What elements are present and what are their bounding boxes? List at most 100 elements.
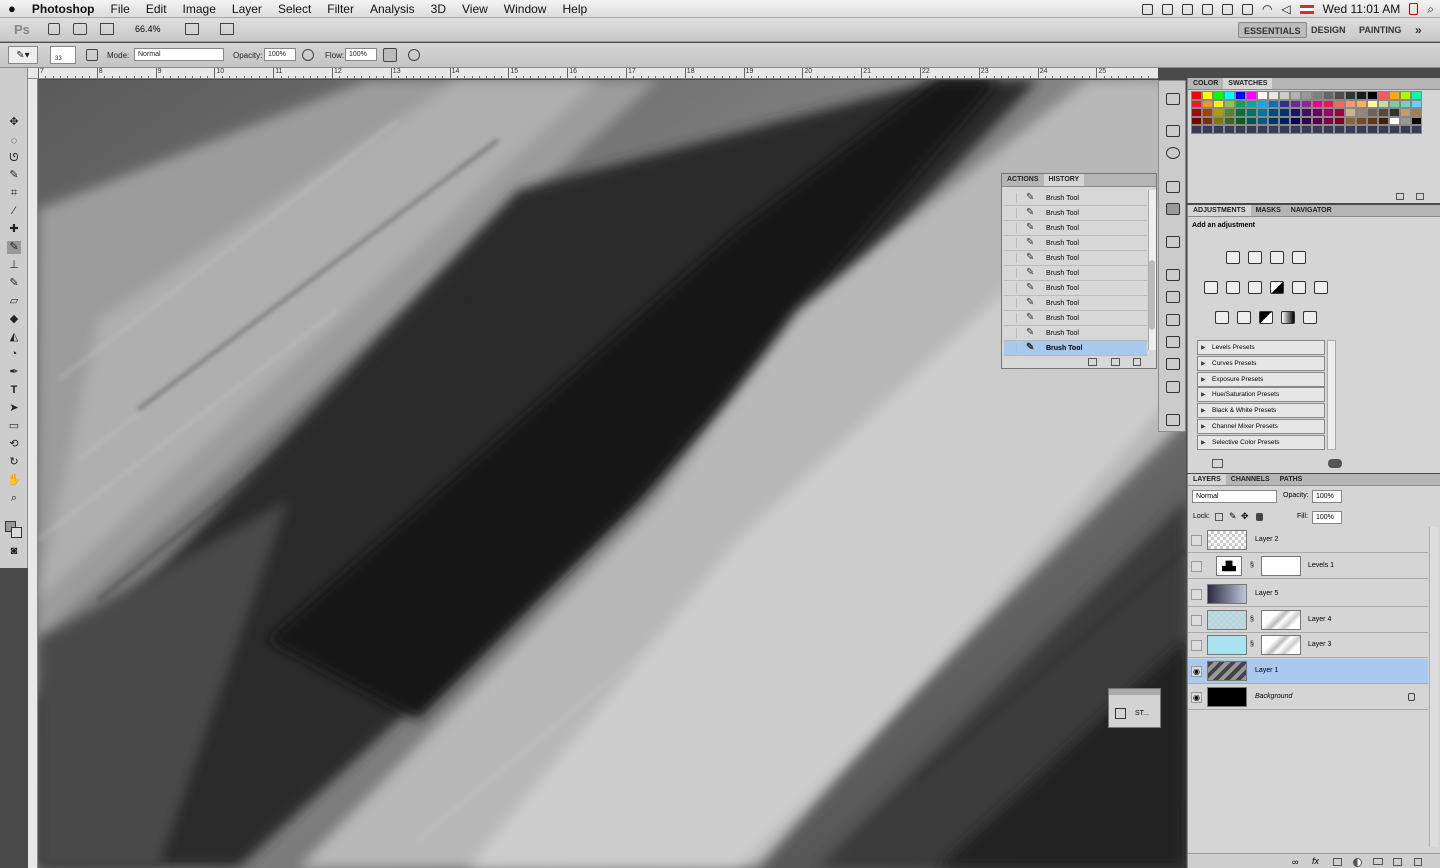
adjustment-preset-item[interactable]: Hue/Saturation Presets: [1197, 387, 1325, 403]
color-swatch[interactable]: [1323, 99, 1334, 108]
delete-swatch-icon[interactable]: [1416, 193, 1424, 200]
history-scroll-thumb[interactable]: [1149, 260, 1155, 330]
adjustment-preset-item[interactable]: Exposure Presets: [1197, 371, 1325, 387]
color-swatch[interactable]: [1246, 125, 1257, 134]
posterize-icon[interactable]: [1237, 311, 1251, 324]
layer-visibility-eye-icon[interactable]: [1191, 640, 1202, 651]
clone-stamp-tool-icon[interactable]: ⊥: [7, 259, 21, 272]
new-adjustment-layer-icon[interactable]: [1353, 858, 1362, 867]
color-swatch[interactable]: [1224, 91, 1235, 100]
flow-field[interactable]: 100%: [345, 48, 377, 61]
color-swatch[interactable]: [1334, 108, 1345, 117]
screen-capture-icon[interactable]: [1141, 3, 1153, 15]
exposure-icon[interactable]: [1292, 251, 1306, 264]
color-swatch[interactable]: [1290, 108, 1301, 117]
menu-edit[interactable]: Edit: [138, 0, 175, 18]
color-swatch[interactable]: [1411, 108, 1422, 117]
selective-color-icon[interactable]: [1303, 311, 1317, 324]
layer-thumbnail[interactable]: [1207, 661, 1247, 681]
vibrance-icon[interactable]: [1204, 281, 1218, 294]
adjustment-preset-item[interactable]: Levels Presets: [1197, 340, 1325, 355]
color-swatch[interactable]: [1389, 116, 1400, 125]
menu-help[interactable]: Help: [554, 0, 595, 18]
menu-analysis[interactable]: Analysis: [362, 0, 423, 18]
clone-source-panel-icon[interactable]: [1166, 269, 1180, 281]
color-swatch[interactable]: [1235, 99, 1246, 108]
layer-thumbnail[interactable]: [1207, 584, 1247, 604]
volume-icon[interactable]: ◁: [1281, 2, 1290, 16]
character-panel-icon[interactable]: [1166, 336, 1180, 348]
color-swatch[interactable]: [1224, 99, 1235, 108]
color-swatch[interactable]: [1345, 108, 1356, 117]
invert-icon[interactable]: [1215, 311, 1229, 324]
color-swatch[interactable]: [1246, 108, 1257, 117]
brush-preset-picker[interactable]: [50, 46, 76, 64]
color-swatch[interactable]: [1290, 99, 1301, 108]
more-workspaces-icon[interactable]: »: [1410, 22, 1427, 38]
lasso-tool-icon[interactable]: ᘎ: [7, 152, 21, 165]
layer-thumbnail[interactable]: [1207, 530, 1247, 550]
color-swatch[interactable]: [1411, 99, 1422, 108]
color-swatch[interactable]: [1378, 99, 1389, 108]
background-color-swatch[interactable]: [11, 527, 22, 538]
3d-rotate-tool-icon[interactable]: ⟲: [7, 438, 21, 451]
layer-style-icon[interactable]: fx: [1312, 856, 1319, 866]
menu-image[interactable]: Image: [175, 0, 224, 18]
opacity-field[interactable]: 100%: [264, 48, 296, 61]
color-swatch[interactable]: [1191, 108, 1202, 117]
layer-row[interactable]: § Layer 4: [1188, 608, 1428, 633]
tab-masks[interactable]: MASKS: [1251, 205, 1286, 216]
time-machine-icon[interactable]: [1221, 3, 1233, 15]
move-tool-icon[interactable]: ✥: [7, 116, 21, 129]
styles-panel-icon[interactable]: [1115, 708, 1126, 719]
history-state[interactable]: ✎ Brush Tool: [1004, 281, 1147, 296]
gradient-map-icon[interactable]: [1281, 311, 1295, 324]
color-swatch[interactable]: [1400, 91, 1411, 100]
tab-history[interactable]: HISTORY: [1043, 174, 1085, 186]
history-brush-source-checkbox[interactable]: [1007, 328, 1017, 338]
color-swatch[interactable]: [1257, 99, 1268, 108]
color-swatch[interactable]: [1389, 99, 1400, 108]
color-swatch[interactable]: [1279, 99, 1290, 108]
new-group-icon[interactable]: [1373, 858, 1383, 865]
color-swatch[interactable]: [1301, 99, 1312, 108]
curves-icon[interactable]: [1270, 251, 1284, 264]
color-balance-icon[interactable]: [1248, 281, 1262, 294]
layer-thumbnail[interactable]: [1207, 635, 1247, 655]
color-swatch[interactable]: [1345, 116, 1356, 125]
clock[interactable]: Wed 11:01 AM: [1323, 2, 1401, 16]
brush-tool-icon[interactable]: ✎: [7, 241, 21, 254]
history-brush-tool-icon[interactable]: ✎: [7, 277, 21, 290]
menu-window[interactable]: Window: [496, 0, 555, 18]
color-swatch[interactable]: [1367, 125, 1378, 134]
photo-filter-icon[interactable]: [1292, 281, 1306, 294]
color-swatch[interactable]: [1202, 99, 1213, 108]
menu-view[interactable]: View: [454, 0, 496, 18]
tab-adjustments[interactable]: ADJUSTMENTS: [1188, 205, 1251, 216]
color-swatch[interactable]: [1367, 91, 1378, 100]
color-swatch[interactable]: [1246, 116, 1257, 125]
history-brush-source-checkbox[interactable]: [1007, 193, 1017, 203]
color-swatch[interactable]: [1356, 99, 1367, 108]
color-swatch[interactable]: [1279, 108, 1290, 117]
mask-link-icon[interactable]: §: [1250, 616, 1254, 623]
lock-all-icon[interactable]: [1256, 513, 1263, 521]
delete-layer-icon[interactable]: [1414, 858, 1422, 866]
color-swatch[interactable]: [1235, 125, 1246, 134]
menu-filter[interactable]: Filter: [319, 0, 362, 18]
color-swatch[interactable]: [1378, 125, 1389, 134]
color-swatch[interactable]: [1191, 91, 1202, 100]
blend-mode-select[interactable]: Normal: [1192, 490, 1277, 503]
brush-panel-toggle-icon[interactable]: [86, 49, 98, 61]
layer-mask-thumbnail[interactable]: [1261, 556, 1301, 576]
color-swatch[interactable]: [1257, 91, 1268, 100]
layer-visibility-eye-icon[interactable]: [1191, 589, 1202, 600]
eraser-tool-icon[interactable]: ▱: [7, 295, 21, 308]
color-swatch[interactable]: [1312, 99, 1323, 108]
quick-mask-icon[interactable]: ◙: [7, 545, 21, 558]
color-swatch[interactable]: [1257, 108, 1268, 117]
channel-mixer-icon[interactable]: [1314, 281, 1328, 294]
color-swatch[interactable]: [1334, 125, 1345, 134]
history-state[interactable]: ✎ Brush Tool: [1004, 221, 1147, 236]
info-panel-icon[interactable]: [1166, 147, 1180, 159]
